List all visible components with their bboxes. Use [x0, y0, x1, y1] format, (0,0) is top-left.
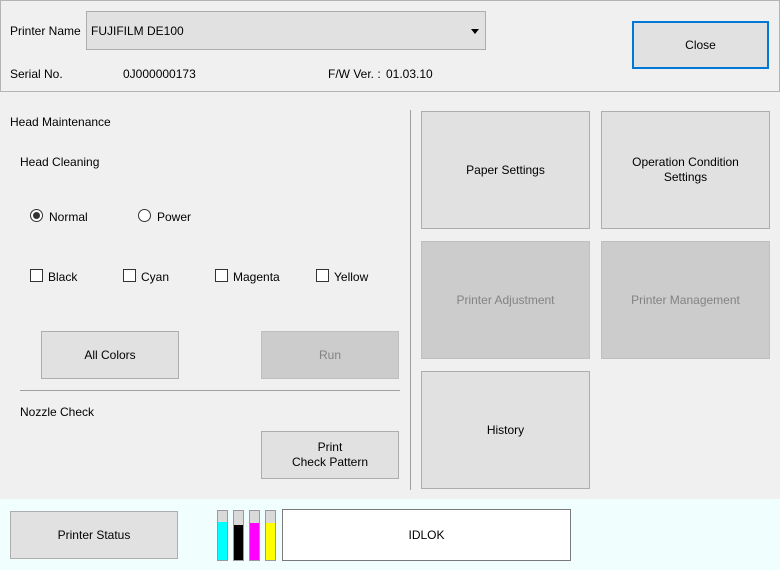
- checkbox-magenta[interactable]: [215, 269, 228, 282]
- all-colors-button[interactable]: All Colors: [41, 331, 179, 379]
- printer-status-button[interactable]: Printer Status: [10, 511, 178, 559]
- nozzle-check-title: Nozzle Check: [20, 405, 95, 419]
- ink-level-magenta: [249, 510, 260, 561]
- ink-level-black: [233, 510, 244, 561]
- printer-management-button[interactable]: Printer Management: [601, 241, 770, 359]
- close-button[interactable]: Close: [632, 21, 769, 69]
- radio-power[interactable]: [138, 209, 151, 222]
- section-divider: [20, 390, 400, 391]
- ink-level-cyan: [217, 510, 228, 561]
- status-display: IDLOK: [282, 509, 571, 561]
- printer-name-value: FUJIFILM DE100: [91, 24, 184, 38]
- history-button[interactable]: History: [421, 371, 590, 489]
- print-check-pattern-button[interactable]: Print Check Pattern: [261, 431, 399, 479]
- radio-power-label: Power: [157, 210, 192, 224]
- printer-name-dropdown[interactable]: FUJIFILM DE100: [86, 11, 486, 50]
- run-button[interactable]: Run: [261, 331, 399, 379]
- checkbox-black[interactable]: [30, 269, 43, 282]
- paper-settings-button[interactable]: Paper Settings: [421, 111, 590, 229]
- radio-normal-label: Normal: [49, 210, 88, 224]
- checkbox-yellow-label: Yellow: [334, 270, 369, 284]
- checkbox-cyan-label: Cyan: [141, 270, 170, 284]
- checkbox-black-label: Black: [48, 270, 78, 284]
- printer-adjustment-button[interactable]: Printer Adjustment: [421, 241, 590, 359]
- ink-level-yellow: [265, 510, 276, 561]
- operation-condition-settings-button[interactable]: Operation Condition Settings: [601, 111, 770, 229]
- head-cleaning-title: Head Cleaning: [20, 155, 100, 169]
- fw-label: F/W Ver. :: [328, 67, 381, 81]
- fw-value: 01.03.10: [386, 67, 433, 81]
- checkbox-magenta-label: Magenta: [233, 270, 280, 284]
- checkbox-yellow[interactable]: [316, 269, 329, 282]
- serial-label: Serial No.: [10, 67, 63, 81]
- head-maintenance-title: Head Maintenance: [10, 115, 111, 129]
- checkbox-cyan[interactable]: [123, 269, 136, 282]
- radio-normal[interactable]: [30, 209, 43, 222]
- chevron-down-icon: [471, 29, 479, 34]
- status-text: IDLOK: [408, 528, 445, 542]
- serial-value: 0J000000173: [123, 67, 196, 81]
- vertical-divider: [410, 110, 411, 490]
- printer-name-label: Printer Name: [10, 24, 81, 38]
